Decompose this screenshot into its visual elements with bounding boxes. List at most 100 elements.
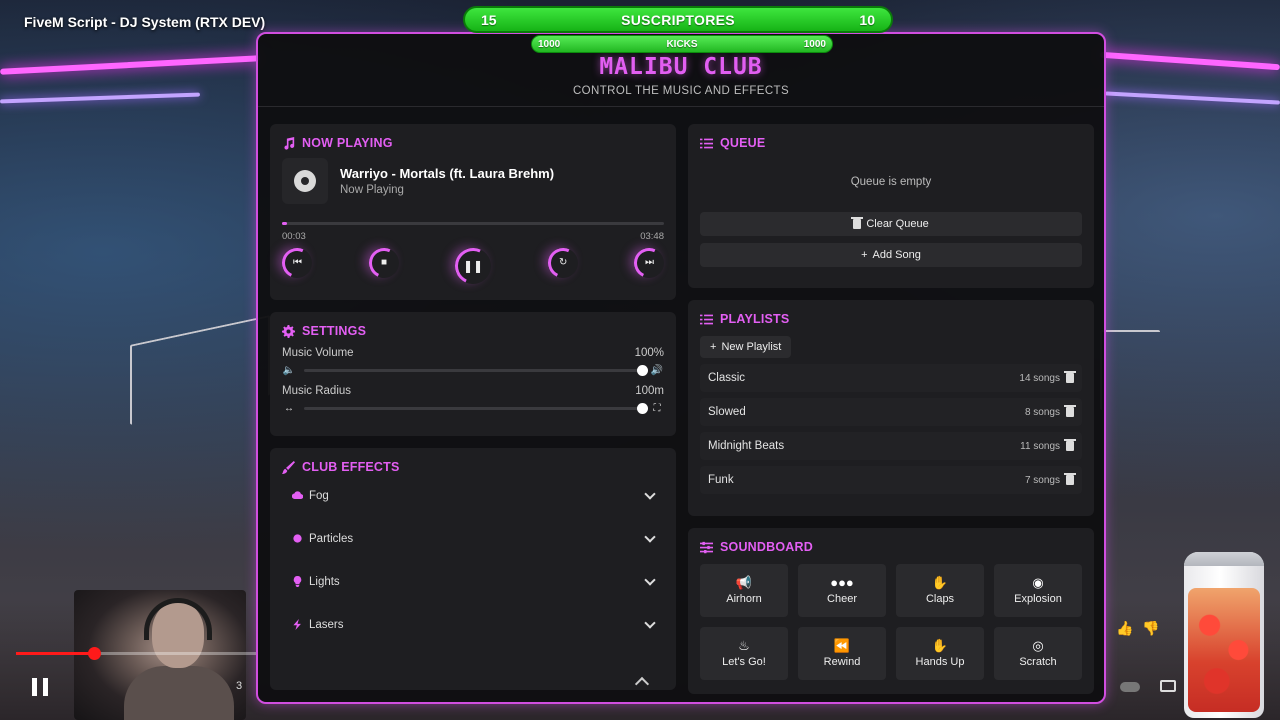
queue-empty-message: Queue is empty <box>850 176 932 188</box>
thumbs-up-icon[interactable]: 👍 <box>1116 620 1133 637</box>
playlist-name: Classic <box>708 372 746 384</box>
effect-label: Lasers <box>309 618 344 631</box>
kicks-label: KICKS <box>666 38 698 50</box>
settings-header: SETTINGS <box>282 324 664 338</box>
radius-value: 100m <box>635 385 664 397</box>
dj-panel: MALIBU CLUB CONTROL THE MUSIC AND EFFECT… <box>256 32 1106 704</box>
playlist-item[interactable]: Midnight Beats 11 songs <box>700 432 1082 460</box>
track-times: 00:03 03:48 <box>282 231 664 242</box>
current-track: Warriyo - Mortals (ft. Laura Brehm) Now … <box>282 158 664 204</box>
volume-slider-knob[interactable] <box>637 365 648 376</box>
volume-slider[interactable] <box>304 365 648 376</box>
pause-button[interactable]: ❚❚ <box>449 242 497 290</box>
sound-label: Hands Up <box>915 656 965 668</box>
autoplay-toggle[interactable] <box>1120 682 1140 692</box>
neon-light-strip <box>1105 91 1280 105</box>
playlist-item[interactable]: Classic 14 songs <box>700 364 1082 392</box>
thumbs-down-icon[interactable]: 👎 <box>1142 620 1159 637</box>
effect-label: Particles <box>309 532 354 545</box>
captions-icon[interactable] <box>1160 680 1176 692</box>
sound-hands-up-button[interactable]: ✋ Hands Up <box>896 627 984 680</box>
playlist-song-count: 7 songs <box>1024 474 1060 486</box>
effect-lasers[interactable]: Lasers <box>282 603 664 646</box>
playlist-item[interactable]: Slowed 8 songs <box>700 398 1082 426</box>
effect-particles[interactable]: Particles <box>282 517 664 560</box>
kicks-goal-bar: 1000 KICKS 1000 <box>531 35 833 53</box>
volume-label: Music Volume <box>282 347 354 359</box>
repeat-button[interactable]: ↻ <box>543 243 582 283</box>
elapsed-time: 00:03 <box>282 231 306 242</box>
video-progress-bar[interactable] <box>16 647 256 660</box>
queue-card: QUEUE Queue is empty Clear Queue + Add S… <box>688 124 1094 288</box>
chevron-down-icon <box>644 530 656 543</box>
playlist-name: Funk <box>708 474 734 486</box>
playlist-song-count: 8 songs <box>1024 406 1060 418</box>
new-playlist-label: New Playlist <box>721 341 782 353</box>
radius-setting: Music Radius 100m ↔ ⛶ <box>282 385 664 414</box>
settings-heading: SETTINGS <box>302 324 367 338</box>
clear-queue-button[interactable]: Clear Queue <box>700 212 1082 236</box>
neon-light-strip <box>1100 51 1280 71</box>
previous-button[interactable]: ⏮ <box>277 243 317 283</box>
playlist-item[interactable]: Funk 7 songs <box>700 466 1082 494</box>
sound-label: Scratch <box>1019 656 1057 668</box>
radius-label: Music Radius <box>282 385 352 397</box>
track-title: Warriyo - Mortals (ft. Laura Brehm) <box>340 166 555 181</box>
trash-icon[interactable] <box>1064 439 1076 451</box>
sound-scratch-button[interactable]: ◎ Scratch <box>994 627 1082 680</box>
sound-cheer-button[interactable]: ●●● Cheer <box>798 564 886 617</box>
stop-icon: ■ <box>380 257 387 269</box>
sound-label: Let's Go! <box>722 656 766 668</box>
add-song-button[interactable]: + Add Song <box>700 243 1082 267</box>
effect-fog[interactable]: Fog <box>282 474 664 517</box>
kicks-left-count: 1000 <box>538 38 561 50</box>
sparkle-icon <box>293 534 302 543</box>
effect-lights[interactable]: Lights <box>282 560 664 603</box>
chevron-down-icon <box>644 573 656 586</box>
trash-icon[interactable] <box>1064 473 1076 485</box>
playlist-name: Slowed <box>708 406 746 418</box>
list-icon <box>700 314 713 324</box>
sound-rewind-button[interactable]: ⏪ Rewind <box>798 627 886 680</box>
subscribers-goal-bar: 15 SUSCRIPTORES 10 <box>463 6 893 33</box>
webcam-person-body <box>124 666 234 720</box>
skip-forward-icon: ⏭ <box>644 257 654 268</box>
megaphone-icon: 📢 <box>735 575 753 590</box>
neon-light-strip <box>0 92 201 104</box>
subscribers-right-count: 10 <box>859 11 875 28</box>
album-art <box>282 158 328 204</box>
list-icon <box>700 138 713 148</box>
club-effects-header: CLUB EFFECTS <box>282 460 664 474</box>
trash-icon[interactable] <box>1064 371 1076 383</box>
next-button[interactable]: ⏭ <box>629 243 669 283</box>
club-subtitle: CONTROL THE MUSIC AND EFFECTS <box>572 85 790 97</box>
video-pause-button[interactable] <box>32 678 48 696</box>
track-progress-bar[interactable] <box>282 222 664 225</box>
video-progress-scrubber[interactable] <box>88 647 101 660</box>
total-time: 03:48 <box>640 231 664 242</box>
club-effects-heading: CLUB EFFECTS <box>302 460 400 474</box>
pause-icon: ❚❚ <box>462 259 484 274</box>
radius-slider-knob[interactable] <box>637 403 648 414</box>
sound-airhorn-button[interactable]: 📢 Airhorn <box>700 564 788 617</box>
clear-queue-label: Clear Queue <box>866 218 929 230</box>
now-playing-heading: NOW PLAYING <box>302 136 393 150</box>
hand-icon: ✋ <box>931 638 949 653</box>
record-icon: ◎ <box>1032 638 1044 653</box>
headphones-icon <box>144 598 212 640</box>
new-playlist-button[interactable]: + New Playlist <box>700 336 792 358</box>
pause-bar <box>43 678 48 696</box>
sliders-icon <box>700 541 713 553</box>
railing <box>1100 330 1160 410</box>
sound-explosion-button[interactable]: ◉ Explosion <box>994 564 1082 617</box>
soundboard-header: SOUNDBOARD <box>700 540 1082 554</box>
plus-icon: + <box>710 341 717 353</box>
stop-button[interactable]: ■ <box>364 243 403 283</box>
soundboard-card: SOUNDBOARD 📢 Airhorn ●●● Cheer ✋ Claps ◉ Exp… <box>688 528 1094 694</box>
arrows-horizontal-icon: ↔ <box>284 403 294 414</box>
sound-claps-button[interactable]: ✋ Claps <box>896 564 984 617</box>
subscribers-label: SUSCRIPTORES <box>621 11 735 28</box>
sound-lets-go-button[interactable]: ♨ Let's Go! <box>700 627 788 680</box>
trash-icon[interactable] <box>1064 405 1076 417</box>
radius-slider[interactable] <box>304 403 648 414</box>
